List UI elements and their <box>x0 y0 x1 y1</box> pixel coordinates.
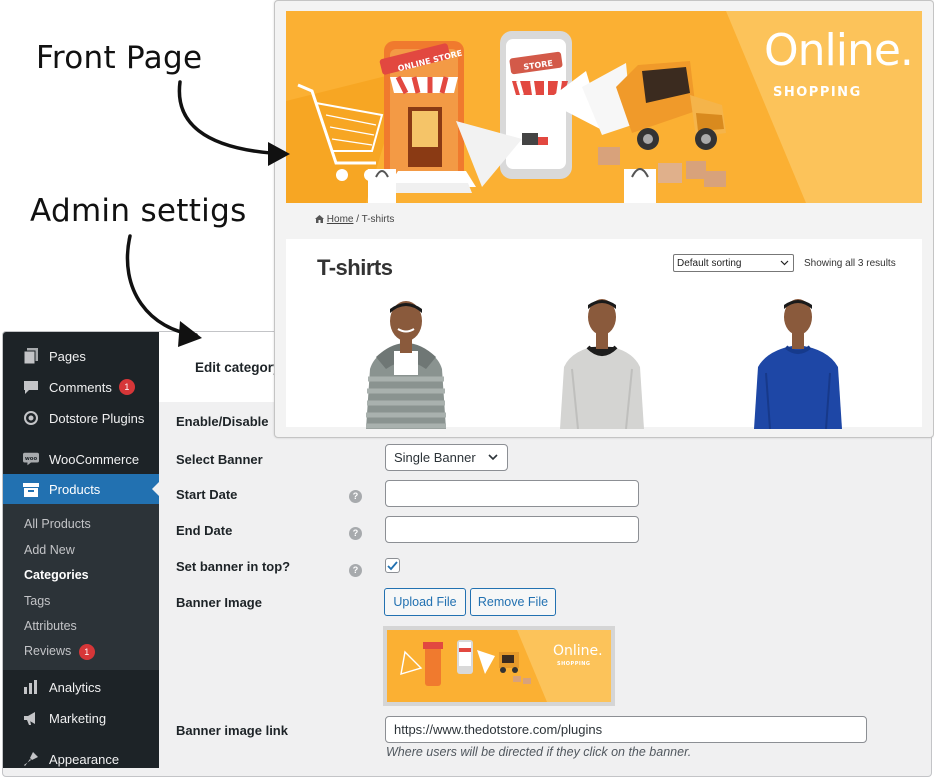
grey-sweatshirt-model-image <box>560 299 644 430</box>
sidebar-item-comments[interactable]: Comments 1 <box>3 372 159 402</box>
product-archive: T-shirts Default sorting Showing all 3 r… <box>286 239 922 430</box>
submenu-item-all-products[interactable]: All Products <box>24 517 91 531</box>
sorting-value: Default sorting <box>677 257 742 269</box>
start-date-label: Start Date <box>176 487 238 502</box>
sidebar-item-dotstore-plugins[interactable]: Dotstore Plugins <box>3 403 159 433</box>
storefront-window: ONLINE STORE STORE Online. SHOPPING Home… <box>274 0 934 438</box>
breadcrumb-separator: / <box>356 214 360 225</box>
pages-icon <box>23 348 39 364</box>
select-banner-label: Select Banner <box>176 452 263 467</box>
start-date-input[interactable] <box>385 480 639 507</box>
banner-headline: Online. <box>764 25 914 76</box>
select-banner-value: Single Banner <box>394 450 476 465</box>
blue-long-sleeve-model-image <box>754 299 842 430</box>
banner-image-link-input[interactable]: https://www.thedotstore.com/plugins <box>385 716 867 743</box>
select-banner-dropdown[interactable]: Single Banner <box>385 444 508 471</box>
comments-count-badge: 1 <box>118 379 135 395</box>
submenu-item-attributes[interactable]: Attributes <box>24 619 77 633</box>
home-icon <box>315 215 324 223</box>
products-submenu: All Products Add New Categories Tags Att… <box>3 504 159 670</box>
sidebar-item-analytics[interactable]: Analytics <box>3 672 159 702</box>
banner-image-link-label: Banner image link <box>176 723 288 738</box>
woocommerce-icon: woo <box>23 451 39 467</box>
end-date-input[interactable] <box>385 516 639 543</box>
breadcrumb: Home / T-shirts <box>315 214 394 225</box>
category-title: T-shirts <box>317 255 393 280</box>
breadcrumb-home-link[interactable]: Home <box>327 214 354 225</box>
sidebar-item-label: Products <box>49 482 101 497</box>
sidebar-item-label: Analytics <box>49 679 102 695</box>
banner-image-label: Banner Image <box>176 595 262 610</box>
sidebar-item-label: Appearance <box>49 751 120 767</box>
chevron-down-icon <box>487 451 499 466</box>
edit-category-header: Edit category <box>159 332 289 402</box>
sidebar-item-products[interactable]: Products <box>3 474 159 505</box>
submenu-item-add-new[interactable]: Add New <box>24 543 75 557</box>
sidebar-item-woocommerce[interactable]: woo WooCommerce <box>3 444 159 474</box>
remove-file-button[interactable]: Remove File <box>470 588 556 616</box>
sidebar-item-label: Marketing <box>49 710 107 726</box>
submenu-item-tags[interactable]: Tags <box>24 594 50 608</box>
appearance-icon <box>23 751 39 767</box>
help-icon: ? <box>349 564 362 577</box>
product-card-striped-hoodie[interactable] <box>346 299 466 429</box>
page-title: Edit category <box>195 360 281 375</box>
sorting-dropdown[interactable]: Default sorting <box>673 254 794 272</box>
set-banner-top-label: Set banner in top? <box>176 559 291 574</box>
checkmark-icon <box>387 561 398 571</box>
products-icon <box>23 482 39 498</box>
analytics-icon <box>23 679 39 695</box>
front-page-annotation: Front Page <box>36 40 203 76</box>
dotstore-icon <box>23 410 39 426</box>
sidebar-item-label: WooCommerce <box>49 451 140 467</box>
end-date-label: End Date <box>176 523 233 538</box>
help-icon: ? <box>349 490 362 503</box>
admin-settings-annotation: Admin settigs <box>30 193 247 229</box>
banner-link-hint: Where users will be directed if they cli… <box>386 745 692 759</box>
admin-sidebar: Pages Comments 1 Dotstore Plugins woo Wo… <box>3 332 159 768</box>
sidebar-item-appearance[interactable]: Appearance <box>3 744 159 774</box>
product-card-grey-sweatshirt[interactable] <box>542 299 662 430</box>
set-banner-top-checkbox[interactable] <box>385 558 400 573</box>
category-banner[interactable]: ONLINE STORE STORE Online. SHOPPING <box>286 11 922 203</box>
preview-tagline: SHOPPING <box>557 661 591 667</box>
marketing-icon <box>23 710 39 726</box>
preview-headline: Online. <box>553 643 603 659</box>
comments-icon <box>23 379 39 395</box>
banner-preview-illustration: Online. SHOPPING <box>387 630 611 702</box>
submenu-item-categories[interactable]: Categories <box>24 568 89 582</box>
front-page-arrow <box>177 80 287 156</box>
breadcrumb-current: T-shirts <box>361 214 395 225</box>
result-count: Showing all 3 results <box>804 258 896 269</box>
upload-file-button[interactable]: Upload File <box>384 588 466 616</box>
product-card-blue-long-sleeve[interactable] <box>738 299 858 430</box>
reviews-count-badge: 1 <box>78 644 95 660</box>
admin-settings-arrow <box>125 234 198 337</box>
banner-image-preview: Online. SHOPPING <box>383 626 615 706</box>
sidebar-item-pages[interactable]: Pages <box>3 341 159 371</box>
svg-text:woo: woo <box>25 456 38 462</box>
enable-disable-label: Enable/Disable <box>176 414 269 429</box>
submenu-item-reviews[interactable]: Reviews 1 <box>24 644 95 660</box>
striped-hoodie-model-image <box>366 301 446 429</box>
submenu-item-label: Reviews <box>24 644 72 658</box>
sidebar-item-label: Pages <box>49 348 86 364</box>
sidebar-item-label: Comments <box>49 379 112 395</box>
sidebar-item-label: Dotstore Plugins <box>49 410 145 426</box>
help-icon: ? <box>349 527 362 540</box>
chevron-down-icon <box>780 258 789 270</box>
sidebar-item-marketing[interactable]: Marketing <box>3 703 159 733</box>
banner-tagline: SHOPPING <box>773 85 862 100</box>
